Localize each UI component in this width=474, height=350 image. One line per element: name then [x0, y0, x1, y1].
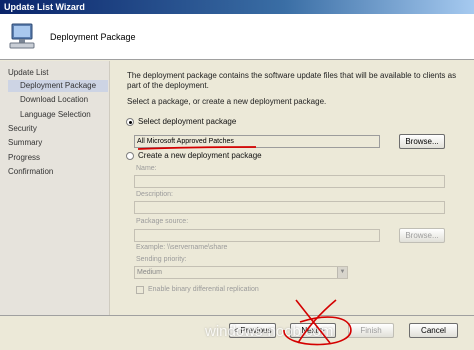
sidebar-item-confirmation[interactable]: Confirmation — [8, 166, 108, 178]
sending-priority-select[interactable]: Medium ▼ — [134, 266, 348, 279]
sidebar-item-label: Security — [8, 124, 37, 133]
name-field[interactable] — [134, 175, 445, 188]
example-text: Example: \\servername\share — [136, 244, 228, 251]
package-source-field[interactable] — [134, 229, 380, 242]
create-package-label: Create a new deployment package — [138, 151, 262, 160]
sidebar-item-label: Confirmation — [8, 167, 54, 176]
sidebar-item-progress[interactable]: Progress — [8, 152, 108, 164]
sidebar-item-label: Language Selection — [20, 110, 91, 119]
selected-package-field[interactable]: All Microsoft Approved Patches — [134, 135, 380, 148]
wizard-content: The deployment package contains the soft… — [110, 61, 474, 315]
window-title-bar[interactable]: Update List Wizard — [0, 0, 474, 14]
page-title: Deployment Package — [50, 32, 136, 42]
sending-priority-label: Sending priority: — [136, 256, 187, 263]
create-package-radio[interactable] — [126, 152, 134, 160]
prompt-text: Select a package, or create a new deploy… — [127, 97, 327, 106]
name-label: Name: — [136, 165, 157, 172]
sidebar-item-update-list[interactable]: Update List — [8, 67, 108, 79]
select-package-radio[interactable] — [126, 118, 134, 126]
cancel-button[interactable]: Cancel — [409, 323, 458, 338]
select-package-label: Select deployment package — [138, 117, 237, 126]
chevron-down-icon: ▼ — [337, 267, 347, 278]
browse-package-button[interactable]: Browse... — [399, 134, 445, 149]
binary-replication-checkbox[interactable] — [136, 286, 144, 294]
sidebar-item-summary[interactable]: Summary — [8, 137, 108, 149]
description-field[interactable] — [134, 201, 445, 214]
wizard-header: Deployment Package — [0, 14, 474, 60]
sidebar-item-language-selection[interactable]: Language Selection — [20, 109, 108, 121]
window-title: Update List Wizard — [4, 2, 85, 12]
computer-icon — [9, 23, 35, 49]
description-label: Description: — [136, 191, 173, 198]
sending-priority-value: Medium — [137, 269, 162, 276]
sidebar-item-label: Summary — [8, 138, 43, 147]
sidebar-item-security[interactable]: Security — [8, 123, 108, 135]
sidebar-item-label: Progress — [8, 153, 41, 162]
sidebar-item-label: Deployment Package — [20, 81, 97, 90]
sidebar-item-label: Download Location — [20, 95, 89, 104]
sidebar-item-deployment-package[interactable]: Deployment Package — [8, 80, 108, 92]
description-text: The deployment package contains the soft… — [127, 71, 457, 90]
finish-button[interactable]: Finish — [348, 323, 394, 338]
wizard-steps-sidebar: Update List Deployment Package Download … — [0, 61, 110, 315]
browse-source-button[interactable]: Browse... — [399, 228, 445, 243]
package-source-label: Package source: — [136, 218, 189, 225]
binary-replication-label: Enable binary differential replication — [148, 286, 259, 293]
sidebar-item-download-location[interactable]: Download Location — [20, 94, 108, 106]
sidebar-item-label: Update List — [8, 68, 49, 77]
watermark-text: windows-noob.com — [205, 323, 334, 340]
